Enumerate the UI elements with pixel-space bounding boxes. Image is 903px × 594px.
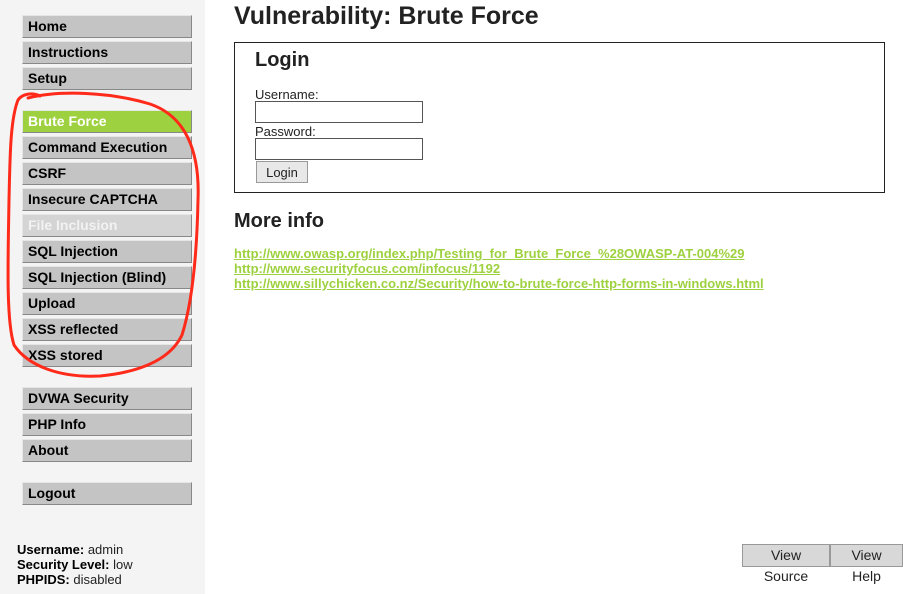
menu-item-sql-injection[interactable]: SQL Injection: [22, 240, 192, 263]
username-label: Username:: [255, 87, 319, 102]
menu-group-logout: Logout: [22, 482, 192, 508]
menu-item-xss-reflected[interactable]: XSS reflected: [22, 318, 192, 341]
menu-group-vulnerabilities: Brute Force Command Execution CSRF Insec…: [22, 110, 192, 370]
menu-item-home[interactable]: Home: [22, 15, 192, 38]
menu-item-instructions[interactable]: Instructions: [22, 41, 192, 64]
password-input[interactable]: [255, 138, 423, 160]
username-input[interactable]: [255, 101, 423, 123]
page-title: Vulnerability: Brute Force: [234, 2, 539, 30]
status-username: Username: admin: [17, 542, 124, 557]
menu-item-sql-injection-blind[interactable]: SQL Injection (Blind): [22, 266, 192, 289]
menu-group-settings: DVWA Security PHP Info About: [22, 387, 192, 465]
menu-item-dvwa-security[interactable]: DVWA Security: [22, 387, 192, 410]
view-source-button[interactable]: View Source: [742, 544, 831, 584]
password-label: Password:: [255, 124, 316, 139]
menu-item-command-execution[interactable]: Command Execution: [22, 136, 192, 159]
menu-item-brute-force[interactable]: Brute Force: [22, 110, 192, 133]
menu-item-setup[interactable]: Setup: [22, 67, 192, 90]
menu-item-about[interactable]: About: [22, 439, 192, 462]
footer-buttons: View Source View Help: [742, 544, 903, 584]
status-security-level: Security Level: low: [17, 557, 133, 572]
login-form: Login Username: Password: Login: [234, 42, 885, 193]
more-info-title: More info: [234, 210, 324, 232]
link-sillychicken[interactable]: http://www.sillychicken.co.nz/Security/h…: [234, 276, 764, 291]
menu-item-php-info[interactable]: PHP Info: [22, 413, 192, 436]
menu-item-file-inclusion[interactable]: File Inclusion: [22, 214, 192, 237]
status-phpids: PHPIDS: disabled: [17, 572, 122, 587]
link-securityfocus[interactable]: http://www.securityfocus.com/infocus/119…: [234, 261, 764, 276]
menu-item-upload[interactable]: Upload: [22, 292, 192, 315]
login-title: Login: [255, 49, 310, 71]
more-info-links: http://www.owasp.org/index.php/Testing_f…: [234, 246, 764, 291]
login-button[interactable]: Login: [256, 161, 308, 183]
menu-group-main: Home Instructions Setup: [22, 15, 192, 93]
user-status: Username: admin Security Level: low PHPI…: [17, 542, 133, 587]
menu-item-insecure-captcha[interactable]: Insecure CAPTCHA: [22, 188, 192, 211]
link-owasp[interactable]: http://www.owasp.org/index.php/Testing_f…: [234, 246, 764, 261]
menu-item-xss-stored[interactable]: XSS stored: [22, 344, 192, 367]
view-help-button[interactable]: View Help: [830, 544, 903, 584]
menu-item-csrf[interactable]: CSRF: [22, 162, 192, 185]
menu-item-logout[interactable]: Logout: [22, 482, 192, 505]
